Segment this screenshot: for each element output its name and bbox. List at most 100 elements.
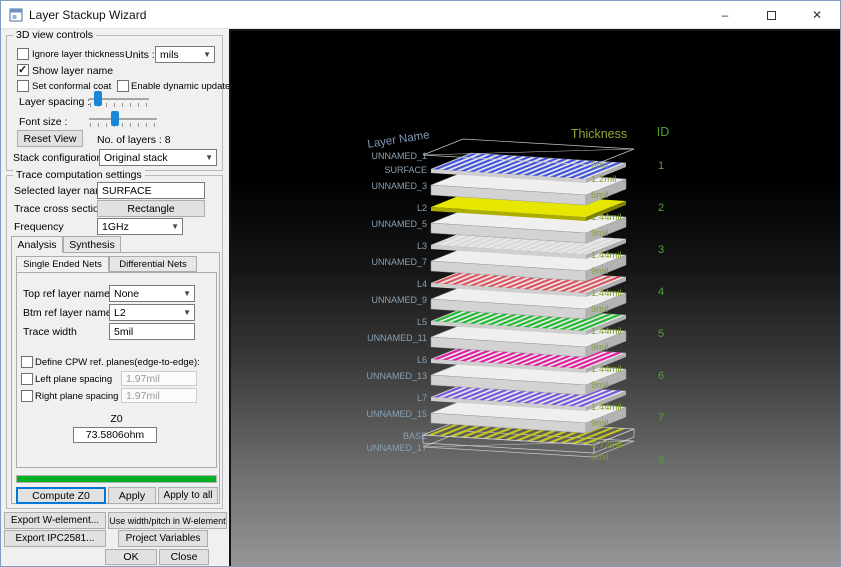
apply-to-all-button[interactable]: Apply to all: [158, 487, 218, 504]
compute-z0-button[interactable]: Compute Z0: [16, 487, 106, 504]
maximize-button[interactable]: [748, 1, 794, 29]
ignore-layer-thickness-checkbox[interactable]: [17, 48, 29, 60]
stack-label: 5: [658, 328, 664, 340]
minimize-button[interactable]: –: [702, 1, 748, 29]
stack-label: 9mil: [591, 228, 608, 239]
ok-button[interactable]: OK: [105, 549, 157, 565]
stack-label: 0mil: [591, 452, 608, 463]
stack-label: L6: [417, 355, 427, 365]
stack-label: BASE: [403, 431, 427, 441]
num-layers-label: No. of layers : 8: [97, 134, 171, 146]
chevron-down-icon: ▼: [203, 51, 211, 59]
slider-track[interactable]: [89, 118, 157, 120]
stack-label: UNNAMED_1: [371, 151, 427, 161]
font-size-label: Font size :: [19, 116, 67, 128]
stack-label: 1: [658, 160, 664, 172]
app-icon: [9, 8, 23, 22]
show-layer-name-checkbox[interactable]: [17, 64, 29, 76]
trace-width-field[interactable]: 5mil: [109, 323, 195, 340]
trace-cross-section-label: Trace cross section: [14, 203, 105, 215]
stack-configuration-value: Original stack: [104, 152, 168, 164]
stack-label: UNNAMED_9: [371, 295, 427, 305]
stack-label: 1.72mil: [591, 440, 622, 451]
stack-label: 9mil: [591, 380, 608, 391]
z0-value-field[interactable]: 73.5806ohm: [73, 427, 157, 443]
stack-label: 3: [658, 244, 664, 256]
layer-spacing-label: Layer spacing :: [19, 96, 90, 108]
export-w-element-button[interactable]: Export W-element...: [4, 512, 106, 529]
group-title: Trace computation settings: [13, 169, 145, 181]
stack-3d-view[interactable]: Layer Name Thickness ID UNNAMED_10milSUR…: [231, 31, 840, 566]
left-plane-spacing-checkbox[interactable]: [21, 373, 33, 385]
stack-label: UNNAMED_5: [371, 219, 427, 229]
left-plane-spacing-field: 1.97mil: [121, 371, 197, 386]
stack-label: 9mil: [591, 342, 608, 353]
stack-label: 8: [658, 454, 664, 466]
stack-label: UNNAMED_17: [366, 443, 427, 453]
stack-label: 0mil: [591, 160, 608, 171]
reset-view-button[interactable]: Reset View: [17, 130, 83, 147]
control-panel: 3D view controls Ignore layer thickness …: [1, 29, 229, 567]
top-ref-layer-label: Top ref layer name: [23, 288, 110, 300]
stack-label: L7: [417, 393, 427, 403]
top-ref-layer-select[interactable]: None ▼: [109, 285, 195, 302]
close-dialog-button[interactable]: Close: [159, 549, 209, 565]
maximize-icon: [767, 11, 776, 20]
btm-ref-layer-select[interactable]: L2 ▼: [109, 304, 195, 321]
cpw-checkbox[interactable]: [21, 356, 33, 368]
layer-spacing-slider[interactable]: [89, 90, 149, 108]
use-width-pitch-button[interactable]: Use width/pitch in W-element: [108, 512, 227, 529]
font-size-slider[interactable]: [89, 110, 157, 128]
apply-button[interactable]: Apply: [108, 487, 156, 504]
show-layer-name-label: Show layer name: [32, 65, 113, 77]
ignore-layer-thickness-label: Ignore layer thickness: [32, 49, 124, 61]
stack-label: UNNAMED_3: [371, 181, 427, 191]
z0-label: Z0: [17, 413, 216, 425]
tab-single-ended-nets[interactable]: Single Ended Nets: [16, 256, 109, 272]
close-button[interactable]: ✕: [794, 1, 840, 29]
stack-configuration-label: Stack configuration:: [13, 152, 105, 164]
selected-layer-label: Selected layer name: [14, 185, 110, 197]
stack-label: 2: [658, 202, 664, 214]
stack-label: 1.44mil: [591, 326, 622, 337]
units-label: Units :: [125, 49, 155, 61]
tab-synthesis[interactable]: Synthesis: [63, 236, 121, 253]
stack-label: L3: [417, 241, 427, 251]
stack-label: L5: [417, 317, 427, 327]
stack-label: UNNAMED_15: [366, 409, 427, 419]
frequency-value: 1GHz: [102, 221, 129, 233]
stack-configuration-select[interactable]: Original stack ▼: [99, 149, 217, 166]
tab-analysis[interactable]: Analysis: [11, 236, 63, 253]
layer-spacing-slider-thumb[interactable]: [94, 91, 102, 106]
stack-label: UNNAMED_7: [371, 257, 427, 267]
trace-cross-section-button[interactable]: Rectangle: [97, 200, 205, 217]
stack-3d-viewport[interactable]: Layer Name Thickness ID UNNAMED_10milSUR…: [229, 29, 841, 567]
progress-fill: [17, 476, 216, 482]
set-conformal-coat-checkbox[interactable]: [17, 80, 29, 92]
stack-label: SURFACE: [384, 165, 427, 175]
tab-differential-nets[interactable]: Differential Nets: [109, 256, 197, 272]
stack-label: 9mil: [591, 266, 608, 277]
project-variables-button[interactable]: Project Variables: [118, 530, 208, 547]
group-trace-computation: Trace computation settings Selected laye…: [6, 175, 223, 509]
btm-ref-layer-label: Btm ref layer name: [23, 307, 112, 319]
stack-label: 7: [658, 412, 664, 424]
title-bar[interactable]: Layer Stackup Wizard – ✕: [1, 1, 840, 29]
font-size-slider-thumb[interactable]: [111, 111, 119, 126]
stack-label: 6: [658, 370, 664, 382]
right-plane-spacing-checkbox[interactable]: [21, 390, 33, 402]
stack-label: 1.44mil: [591, 212, 622, 223]
analysis-pane: Single Ended Nets Differential Nets Top …: [11, 252, 220, 504]
stack-label: UNNAMED_11: [367, 333, 427, 343]
top-ref-layer-value: None: [114, 288, 139, 300]
close-icon: ✕: [812, 8, 822, 22]
frequency-select[interactable]: 1GHz ▼: [97, 218, 183, 235]
units-select[interactable]: mils ▼: [155, 46, 215, 63]
chevron-down-icon: ▼: [171, 223, 179, 231]
selected-layer-field[interactable]: SURFACE: [97, 182, 205, 199]
chevron-down-icon: ▼: [205, 154, 213, 162]
stack-label: UNNAMED_13: [366, 371, 427, 381]
window-title: Layer Stackup Wizard: [29, 8, 146, 22]
layer-stackup-wizard-window: Layer Stackup Wizard – ✕ 3D view control…: [0, 0, 841, 567]
export-ipc2581-button[interactable]: Export IPC2581...: [4, 530, 106, 547]
